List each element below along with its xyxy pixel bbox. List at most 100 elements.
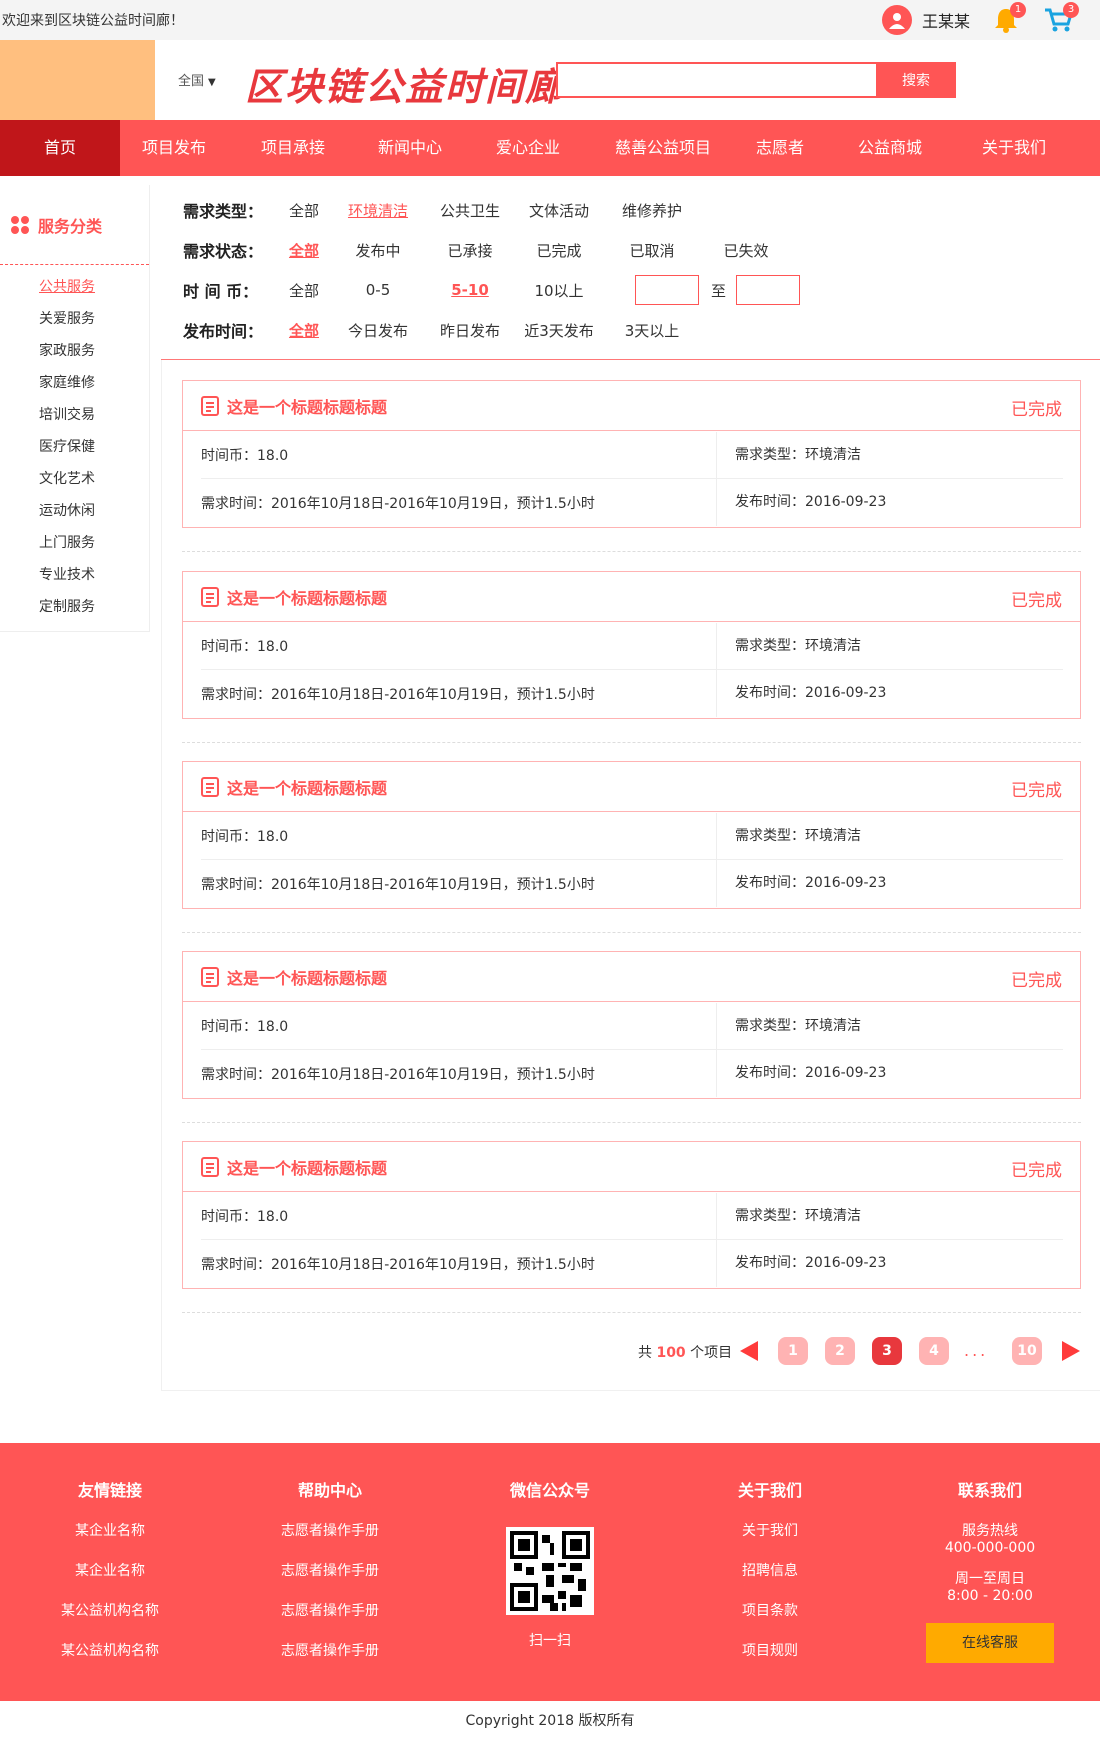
footer-about-link[interactable]: 项目条款: [660, 1601, 880, 1621]
sidebar-item-training[interactable]: 培训交易: [0, 399, 149, 431]
sidebar-item-custom[interactable]: 定制服务: [0, 591, 149, 623]
page-button-4[interactable]: 4: [919, 1337, 949, 1365]
sidebar-item-professional[interactable]: 专业技术: [0, 559, 149, 591]
filter-coin-5-10[interactable]: 5-10: [427, 281, 513, 299]
card-row: 时间币：18.0 需求类型：环境清洁: [201, 1002, 1063, 1050]
sidebar-title: 服务分类: [38, 216, 103, 236]
copyright: Copyright 2018 版权所有: [465, 1713, 635, 1729]
footer-help: 帮助中心 志愿者操作手册 志愿者操作手册 志愿者操作手册 志愿者操作手册: [220, 1443, 440, 1661]
sidebar-item-door[interactable]: 上门服务: [0, 527, 149, 559]
sidebar-item-care[interactable]: 关爱服务: [0, 303, 149, 335]
card-row: 需求时间：2016年10月18日-2016年10月19日，预计1.5小时 发布时…: [201, 1050, 1063, 1097]
search-button[interactable]: 搜索: [876, 62, 956, 98]
footer-link[interactable]: 某公益机构名称: [0, 1641, 220, 1661]
filter-coin-all[interactable]: 全部: [279, 280, 329, 301]
page-button-1[interactable]: 1: [778, 1337, 808, 1365]
project-card[interactable]: 这是一个标题标题标题 已完成 时间币：18.0 需求类型：环境清洁 需求时间：2…: [182, 571, 1081, 719]
footer-about-link[interactable]: 招聘信息: [660, 1561, 880, 1581]
card-coin: 时间币：18.0: [201, 1209, 289, 1225]
footer-about-link[interactable]: 关于我们: [660, 1521, 880, 1541]
logo-placeholder[interactable]: [0, 40, 155, 120]
card-coin: 时间币：18.0: [201, 829, 289, 845]
nav-item-undertake[interactable]: 项目承接: [228, 120, 358, 176]
filter-type-all[interactable]: 全部: [279, 200, 329, 221]
filter-coin-10-plus[interactable]: 10以上: [513, 280, 605, 301]
footer-link[interactable]: 某企业名称: [0, 1561, 220, 1581]
page-button-3[interactable]: 3: [872, 1337, 902, 1365]
card-title[interactable]: 这是一个标题标题标题: [227, 965, 387, 989]
next-page-icon[interactable]: [1062, 1341, 1080, 1361]
footer-link[interactable]: 某公益机构名称: [0, 1601, 220, 1621]
card-row: 时间币：18.0 需求类型：环境清洁: [201, 812, 1063, 860]
category-list: 公共服务 关爱服务 家政服务 家庭维修 培训交易 医疗保健 文化艺术 运动休闲 …: [0, 265, 149, 623]
filter-time-all[interactable]: 全部: [279, 320, 329, 341]
card-type: 需求类型：环境清洁: [716, 1002, 861, 1050]
filter-status-expired[interactable]: 已失效: [699, 240, 793, 261]
card-title[interactable]: 这是一个标题标题标题: [227, 1155, 387, 1179]
page-button-10[interactable]: 10: [1012, 1337, 1042, 1365]
footer-help-link[interactable]: 志愿者操作手册: [220, 1641, 440, 1661]
card-status: 已完成: [1011, 971, 1062, 991]
footer-contact: 联系我们 服务热线 400-000-000 周一至周日 8:00 - 20:00…: [880, 1443, 1100, 1663]
cart-button[interactable]: 3: [1043, 2, 1079, 34]
nav-item-charity[interactable]: 慈善公益项目: [594, 120, 732, 176]
project-card[interactable]: 这是一个标题标题标题 已完成 时间币：18.0 需求类型：环境清洁 需求时间：2…: [182, 1141, 1081, 1289]
nav-item-publish[interactable]: 项目发布: [120, 120, 228, 176]
footer-help-link[interactable]: 志愿者操作手册: [220, 1561, 440, 1581]
card-published: 发布时间：2016-09-23: [716, 670, 886, 717]
footer-about-link[interactable]: 项目规则: [660, 1641, 880, 1661]
footer-links: 友情链接 某企业名称 某企业名称 某公益机构名称 某公益机构名称: [0, 1443, 220, 1661]
filter-label-time: 发布时间：: [183, 322, 264, 341]
filter-status-all[interactable]: 全部: [279, 240, 329, 261]
nav-item-mall[interactable]: 公益商城: [828, 120, 952, 176]
total-prefix: 共: [638, 1345, 652, 1361]
sidebar-item-repair[interactable]: 家庭维修: [0, 367, 149, 399]
filter-status-cancelled[interactable]: 已取消: [605, 240, 699, 261]
project-card[interactable]: 这是一个标题标题标题 已完成 时间币：18.0 需求类型：环境清洁 需求时间：2…: [182, 951, 1081, 1099]
filter-coin-0-5[interactable]: 0-5: [329, 281, 427, 299]
coin-min-input[interactable]: [635, 275, 699, 305]
sidebar-item-public[interactable]: 公共服务: [0, 271, 149, 303]
nav-item-news[interactable]: 新闻中心: [358, 120, 462, 176]
filter-time-today[interactable]: 今日发布: [329, 320, 427, 341]
filter-status-undertaken[interactable]: 已承接: [427, 240, 513, 261]
card-title[interactable]: 这是一个标题标题标题: [227, 585, 387, 609]
footer-help-link[interactable]: 志愿者操作手册: [220, 1601, 440, 1621]
nav-item-about[interactable]: 关于我们: [952, 120, 1076, 176]
filter-time-3days[interactable]: 近3天发布: [513, 320, 605, 341]
prev-page-icon[interactable]: [740, 1341, 758, 1361]
sidebar-item-housekeeping[interactable]: 家政服务: [0, 335, 149, 367]
sidebar-item-sports[interactable]: 运动休闲: [0, 495, 149, 527]
card-divider: [182, 932, 1081, 933]
footer-link[interactable]: 某企业名称: [0, 1521, 220, 1541]
nav-item-home[interactable]: 首页: [0, 120, 120, 176]
card-title[interactable]: 这是一个标题标题标题: [227, 775, 387, 799]
region-selector[interactable]: 全国 ▼: [178, 70, 216, 89]
card-status: 已完成: [1011, 1161, 1062, 1181]
card-published: 发布时间：2016-09-23: [716, 1050, 886, 1097]
page-button-2[interactable]: 2: [825, 1337, 855, 1365]
filter-time-yesterday[interactable]: 昨日发布: [427, 320, 513, 341]
sidebar-item-culture[interactable]: 文化艺术: [0, 463, 149, 495]
search-input[interactable]: [556, 62, 876, 98]
user-menu[interactable]: 王某某: [882, 5, 970, 35]
filter-type-cleaning[interactable]: 环境清洁: [329, 200, 427, 221]
coin-max-input[interactable]: [736, 275, 801, 305]
sidebar-item-medical[interactable]: 医疗保健: [0, 431, 149, 463]
filter-type-hygiene[interactable]: 公共卫生: [427, 200, 513, 221]
project-card[interactable]: 这是一个标题标题标题 已完成 时间币：18.0 需求类型：环境清洁 需求时间：2…: [182, 761, 1081, 909]
filter-time-older[interactable]: 3天以上: [605, 320, 699, 341]
filter-status-publishing[interactable]: 发布中: [329, 240, 427, 261]
nav-item-enterprise[interactable]: 爱心企业: [462, 120, 594, 176]
card-title[interactable]: 这是一个标题标题标题: [227, 394, 387, 418]
filter-type-culture[interactable]: 文体活动: [513, 200, 605, 221]
nav-item-volunteer[interactable]: 志愿者: [732, 120, 828, 176]
footer-help-link[interactable]: 志愿者操作手册: [220, 1521, 440, 1541]
filter-status-completed[interactable]: 已完成: [513, 240, 605, 261]
notification-button[interactable]: 1: [992, 2, 1026, 34]
project-card[interactable]: 这是一个标题标题标题 已完成 时间币：18.0 需求类型：环境清洁 需求时间：2…: [182, 380, 1081, 528]
category-sidebar: 服务分类 公共服务 关爱服务 家政服务 家庭维修 培训交易 医疗保健 文化艺术 …: [0, 185, 150, 632]
card-header: 这是一个标题标题标题 已完成: [183, 381, 1080, 431]
filter-type-maintenance[interactable]: 维修养护: [605, 200, 699, 221]
online-service-button[interactable]: 在线客服: [926, 1623, 1054, 1663]
